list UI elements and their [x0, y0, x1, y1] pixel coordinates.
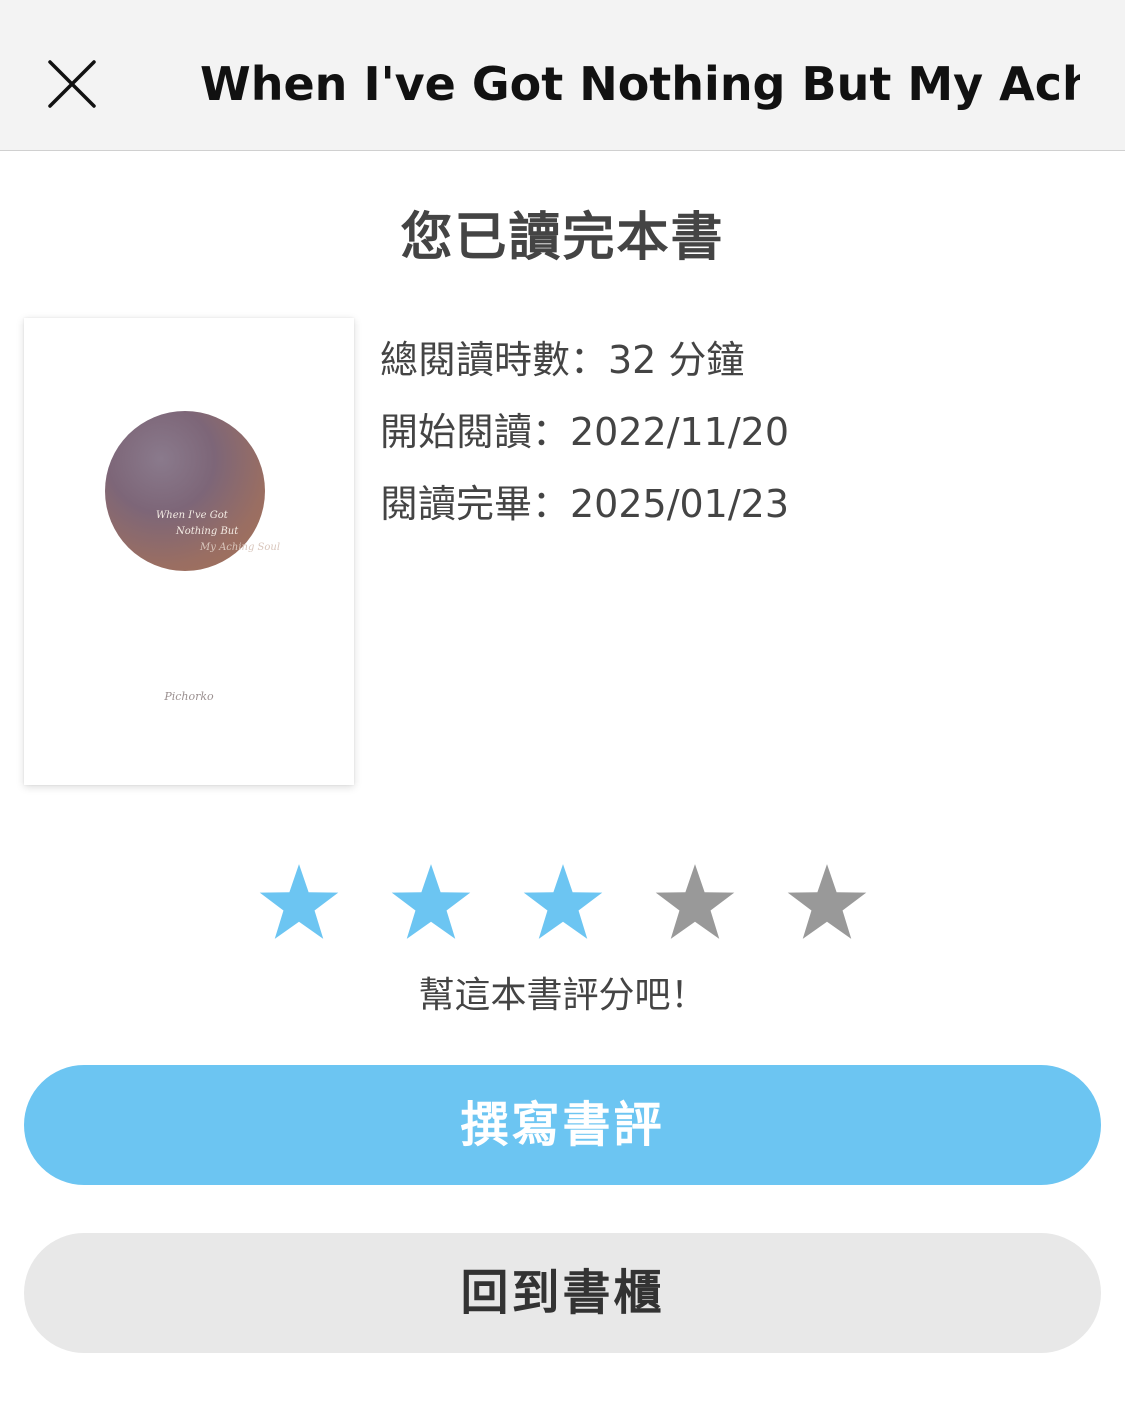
rating-star-4[interactable] — [652, 852, 738, 952]
rating-star-2[interactable] — [388, 852, 474, 952]
rating-star-5[interactable] — [784, 852, 870, 952]
star-rating — [0, 852, 1125, 952]
book-cover: When I've Got Nothing But My Aching Soul… — [24, 318, 354, 785]
finished-heading: 您已讀完本書 — [400, 208, 725, 268]
write-review-button[interactable]: 撰寫書評 — [24, 1065, 1101, 1185]
rating-star-1[interactable] — [256, 852, 342, 952]
star-icon — [391, 864, 470, 939]
star-icon — [787, 864, 866, 939]
header-bar: When I've Got Nothing But My Achi... — [0, 0, 1125, 151]
cover-author: Pichorko — [164, 690, 214, 703]
reading-start-date: 開始閱讀：2022/11/20 — [380, 410, 790, 454]
book-title: When I've Got Nothing But My Achi... — [200, 57, 1080, 111]
star-icon — [523, 864, 602, 939]
close-button[interactable] — [38, 50, 106, 118]
cover-title-line: Nothing But — [176, 526, 239, 537]
star-icon — [259, 864, 338, 939]
total-reading-time: 總閱讀時數：32 分鐘 — [380, 338, 745, 382]
close-icon — [48, 60, 96, 108]
cover-title: When I've Got Nothing But My Aching Soul — [156, 508, 306, 556]
cover-title-line: My Aching Soul — [200, 542, 281, 553]
star-icon — [655, 864, 734, 939]
rating-prompt: 幫這本書評分吧！ — [418, 975, 707, 1016]
reading-stats: 總閱讀時數：32 分鐘 開始閱讀：2022/11/20 閱讀完畢：2025/01… — [380, 328, 1100, 544]
book-finished-screen: When I've Got Nothing But My Achi... 您已讀… — [0, 0, 1125, 1410]
rating-star-3[interactable] — [520, 852, 606, 952]
reading-end-date: 閱讀完畢：2025/01/23 — [380, 482, 790, 526]
cover-title-line: When I've Got — [156, 510, 228, 521]
back-to-shelf-button[interactable]: 回到書櫃 — [24, 1233, 1101, 1353]
